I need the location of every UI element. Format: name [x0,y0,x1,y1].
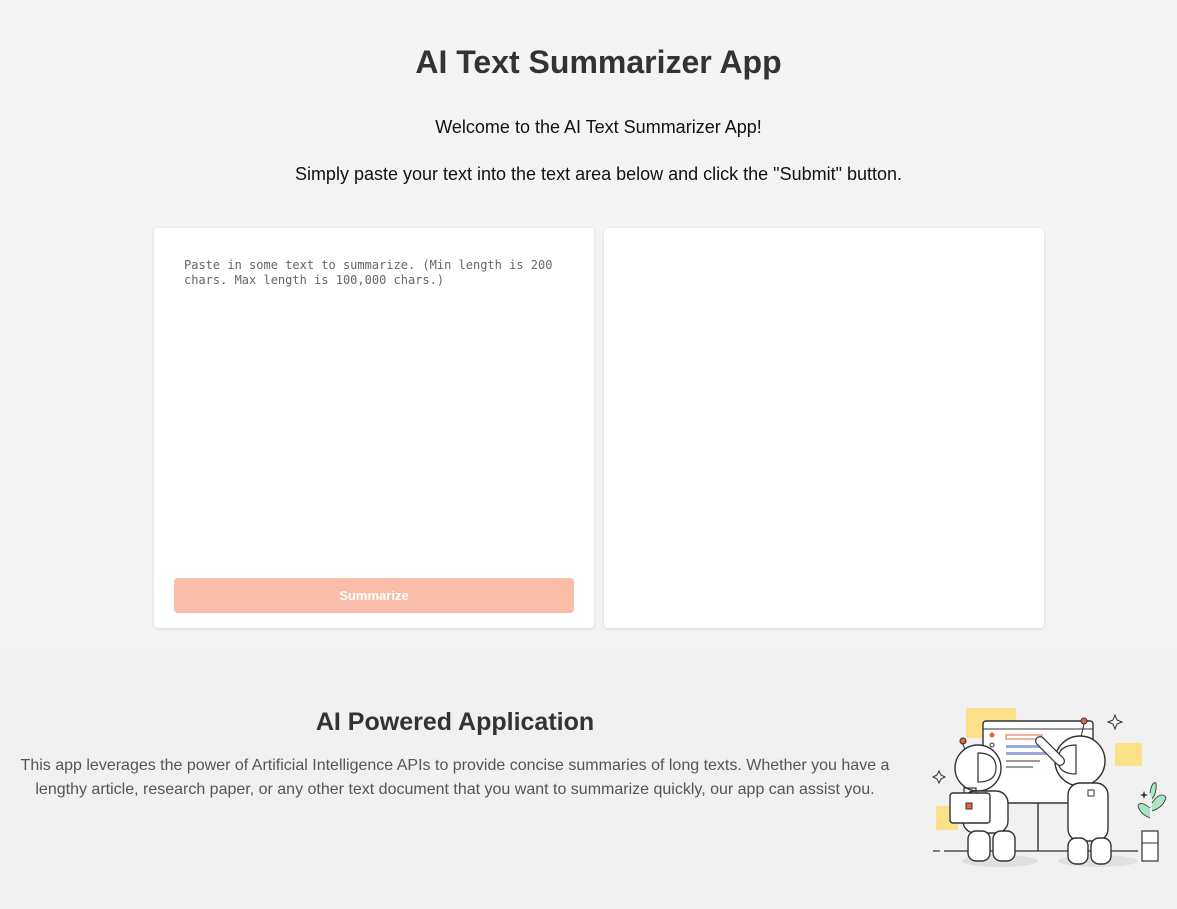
input-card: Summarize [154,228,594,628]
summarize-button[interactable]: Summarize [174,578,574,613]
robots-presenting-illustration [931,708,1167,867]
about-title: AI Powered Application [315,708,595,736]
main-section: AI Text Summarizer App Welcome to the AI… [0,0,1177,648]
summary-output [624,248,1024,608]
instructions-text: Simply paste your text into the text are… [294,164,903,184]
about-section: AI Powered Application This app leverage… [0,648,1177,909]
about-description: This app leverages the power of Artifici… [20,757,890,798]
summary-output-card [604,228,1044,628]
welcome-text: Welcome to the AI Text Summarizer App! [435,117,762,137]
text-to-summarize-input[interactable] [174,248,574,578]
page-title: AI Text Summarizer App [415,44,782,80]
